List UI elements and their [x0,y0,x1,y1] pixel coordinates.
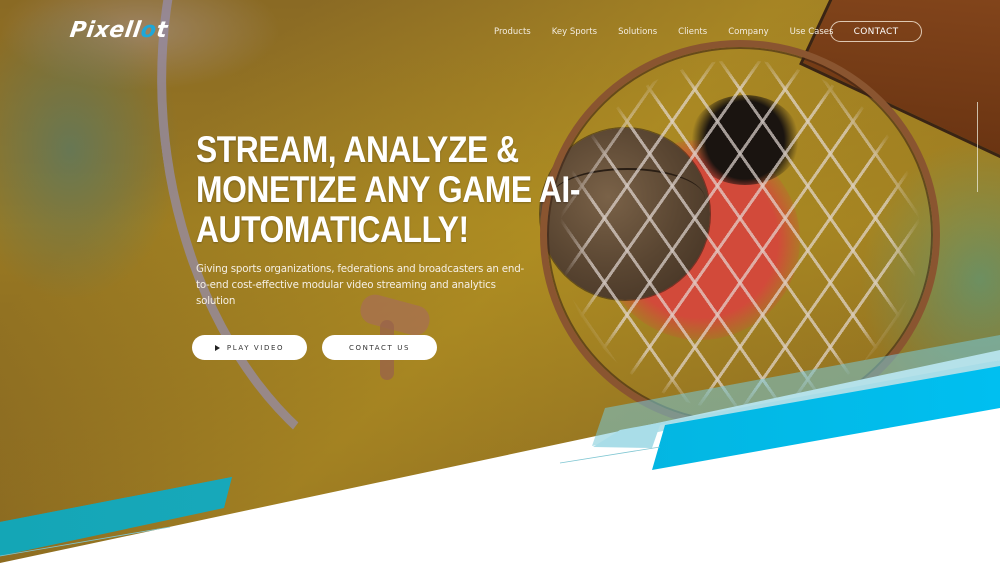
play-video-label: PLAY VIDEO [226,343,285,352]
contact-us-button[interactable]: CONTACT US [322,335,437,360]
headline-line-1: STREAM, ANALYZE & [196,129,519,170]
nav-company[interactable]: Company [728,27,768,37]
hero-section: Pixellot Products Key Sports Solutions C… [0,0,1000,563]
nav-solutions[interactable]: Solutions [618,27,657,37]
play-icon [214,344,220,351]
logo-text: Pixell [68,18,143,43]
nav-clients[interactable]: Clients [678,27,707,37]
hero-headline: STREAM, ANALYZE & MONETIZE ANY GAME AI- … [196,129,581,250]
play-video-button[interactable]: PLAY VIDEO [192,335,307,360]
basketball-net [560,60,920,410]
nav-products[interactable]: Products [494,27,531,37]
headline-line-2: MONETIZE ANY GAME AI- [196,169,581,210]
hero-subtext: Giving sports organizations, federations… [196,263,525,307]
header-contact-button[interactable]: CONTACT [830,21,922,42]
contact-us-label: CONTACT US [349,343,410,352]
pixellot-logo[interactable]: Pixellot [68,18,169,44]
nav-use-cases[interactable]: Use Cases [790,27,834,37]
headline-line-3: AUTOMATICALLY! [196,209,469,250]
nav-key-sports[interactable]: Key Sports [552,27,597,37]
main-nav: Products Key Sports Solutions Clients Co… [494,27,854,37]
scroll-indicator-line [977,102,978,192]
